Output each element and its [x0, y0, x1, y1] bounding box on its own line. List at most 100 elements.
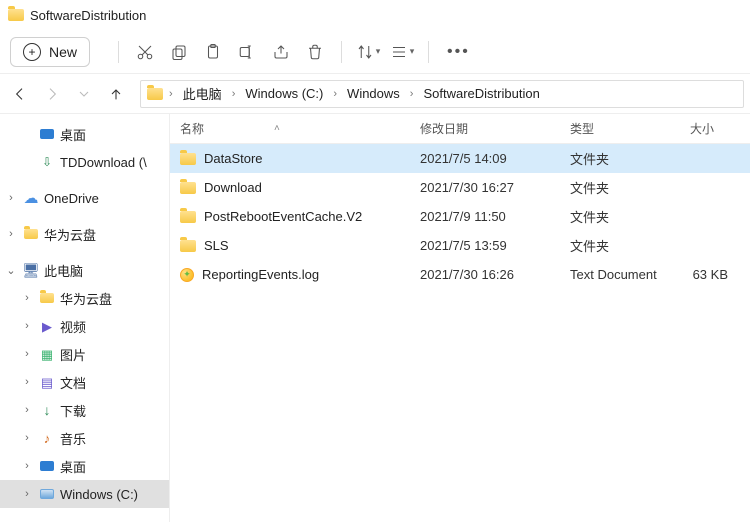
file-name: ReportingEvents.log	[202, 267, 319, 282]
view-icon[interactable]: ▾	[388, 38, 416, 66]
doc-icon: ▤	[38, 376, 56, 389]
file-row[interactable]: Download2021/7/30 16:27文件夹	[170, 173, 750, 202]
toolbar: + New ▾ ▾ •••	[0, 30, 750, 74]
file-row[interactable]: SLS2021/7/5 13:59文件夹	[170, 231, 750, 260]
file-row[interactable]: ✦ReportingEvents.log2021/7/30 16:26Text …	[170, 260, 750, 289]
cell-date: 2021/7/9 11:50	[420, 209, 570, 224]
sidebar-item[interactable]: ›Windows (C:)	[0, 480, 169, 508]
dl-icon: ↓	[38, 403, 56, 417]
chevron-right-icon[interactable]: ›	[20, 348, 34, 360]
chevron-right-icon[interactable]: ›	[4, 192, 18, 204]
cell-date: 2021/7/5 14:09	[420, 151, 570, 166]
new-button[interactable]: + New	[10, 37, 90, 67]
toolbar-separator	[428, 41, 429, 63]
sidebar-item[interactable]: 桌面	[0, 120, 169, 148]
cell-type: 文件夹	[570, 178, 690, 197]
cell-type: 文件夹	[570, 236, 690, 255]
more-icon[interactable]: •••	[441, 43, 476, 61]
folder-icon	[180, 182, 196, 194]
breadcrumb-seg[interactable]: 此电脑	[179, 82, 226, 105]
cell-date: 2021/7/5 13:59	[420, 238, 570, 253]
window-title: SoftwareDistribution	[30, 8, 146, 23]
chevron-right-icon[interactable]: ›	[20, 432, 34, 444]
rename-icon[interactable]	[233, 38, 261, 66]
sidebar-item[interactable]: › 华为云盘	[0, 220, 169, 248]
file-rows[interactable]: DataStore2021/7/5 14:09文件夹Download2021/7…	[170, 144, 750, 522]
sidebar-item[interactable]: ›♪音乐	[0, 424, 169, 452]
folder-icon	[38, 293, 56, 303]
folder-icon	[22, 229, 40, 239]
folder-icon	[180, 240, 196, 252]
recent-dropdown[interactable]	[70, 80, 98, 108]
folder-icon	[180, 153, 196, 165]
column-name[interactable]: 名称 ˄	[180, 120, 420, 137]
file-name: DataStore	[204, 151, 263, 166]
plus-icon: +	[23, 43, 41, 61]
sidebar-item-label: 文档	[60, 373, 169, 392]
folder-icon	[147, 88, 163, 100]
sidebar-item-label: 下载	[60, 401, 169, 420]
sidebar-item[interactable]: ⇩TDDownload (\	[0, 148, 169, 176]
back-button[interactable]	[6, 80, 34, 108]
sort-asc-icon: ˄	[274, 123, 280, 134]
column-size[interactable]: 大小	[690, 120, 750, 137]
sidebar-item[interactable]: › ↓ 下载	[0, 396, 169, 424]
new-button-label: New	[49, 44, 77, 60]
chevron-right-icon[interactable]: ›	[408, 88, 416, 100]
file-list-area: 名称 ˄ 修改日期 类型 大小 DataStore2021/7/5 14:09文…	[170, 114, 750, 522]
video-icon: ▶	[38, 320, 56, 333]
sidebar-item[interactable]: › 桌面	[0, 452, 169, 480]
sort-icon[interactable]: ▾	[354, 38, 382, 66]
sidebar-item-label: OneDrive	[44, 191, 169, 206]
breadcrumb-seg[interactable]: Windows	[343, 84, 404, 103]
sidebar-item-label: 桌面	[60, 125, 169, 144]
column-name-label: 名称	[180, 120, 204, 137]
drive-icon	[38, 489, 56, 499]
chevron-right-icon[interactable]: ›	[20, 404, 34, 416]
content-area: 桌面⇩TDDownload (\›☁OneDrive›华为云盘⌄🖥此电脑›华为云…	[0, 114, 750, 522]
sidebar-item[interactable]: › 华为云盘	[0, 284, 169, 312]
chevron-right-icon[interactable]: ›	[20, 488, 34, 500]
sidebar-item-label: 华为云盘	[44, 225, 169, 244]
chevron-down-icon[interactable]: ⌄	[4, 264, 18, 277]
chevron-down-icon: ▾	[410, 46, 415, 57]
chevron-right-icon[interactable]: ›	[20, 460, 34, 472]
chevron-right-icon[interactable]: ›	[230, 88, 238, 100]
tddl-icon: ⇩	[38, 155, 56, 169]
copy-icon[interactable]	[165, 38, 193, 66]
pic-icon: ▦	[38, 348, 56, 361]
sidebar-item-label: 桌面	[60, 457, 169, 476]
chevron-right-icon[interactable]: ›	[20, 376, 34, 388]
chevron-right-icon[interactable]: ›	[20, 320, 34, 332]
breadcrumb[interactable]: › 此电脑 › Windows (C:) › Windows › Softwar…	[140, 80, 744, 108]
breadcrumb-seg[interactable]: Windows (C:)	[241, 84, 327, 103]
up-button[interactable]	[102, 80, 130, 108]
chevron-right-icon[interactable]: ›	[167, 88, 175, 100]
paste-icon[interactable]	[199, 38, 227, 66]
chevron-right-icon[interactable]: ›	[331, 88, 339, 100]
breadcrumb-seg[interactable]: SoftwareDistribution	[419, 84, 543, 103]
sidebar-item[interactable]: › ▤ 文档	[0, 368, 169, 396]
sidebar-item[interactable]: ⌄🖥此电脑	[0, 256, 169, 284]
share-icon[interactable]	[267, 38, 295, 66]
cell-name: SLS	[180, 238, 420, 253]
toolbar-separator	[118, 41, 119, 63]
column-type[interactable]: 类型	[570, 120, 690, 137]
sidebar-item[interactable]: ›☁OneDrive	[0, 184, 169, 212]
sidebar-item[interactable]: ›▶视频	[0, 312, 169, 340]
column-date[interactable]: 修改日期	[420, 120, 570, 137]
sidebar[interactable]: 桌面⇩TDDownload (\›☁OneDrive›华为云盘⌄🖥此电脑›华为云…	[0, 114, 170, 522]
chevron-right-icon[interactable]: ›	[20, 292, 34, 304]
nav-row: › 此电脑 › Windows (C:) › Windows › Softwar…	[0, 74, 750, 114]
chevron-right-icon[interactable]: ›	[4, 228, 18, 240]
sidebar-item-label: 华为云盘	[60, 289, 169, 308]
cell-name: PostRebootEventCache.V2	[180, 209, 420, 224]
file-row[interactable]: PostRebootEventCache.V22021/7/9 11:50文件夹	[170, 202, 750, 231]
forward-button[interactable]	[38, 80, 66, 108]
cut-icon[interactable]	[131, 38, 159, 66]
column-headers: 名称 ˄ 修改日期 类型 大小	[170, 114, 750, 144]
music-icon: ♪	[38, 432, 56, 445]
delete-icon[interactable]	[301, 38, 329, 66]
file-row[interactable]: DataStore2021/7/5 14:09文件夹	[170, 144, 750, 173]
sidebar-item[interactable]: ›▦图片	[0, 340, 169, 368]
